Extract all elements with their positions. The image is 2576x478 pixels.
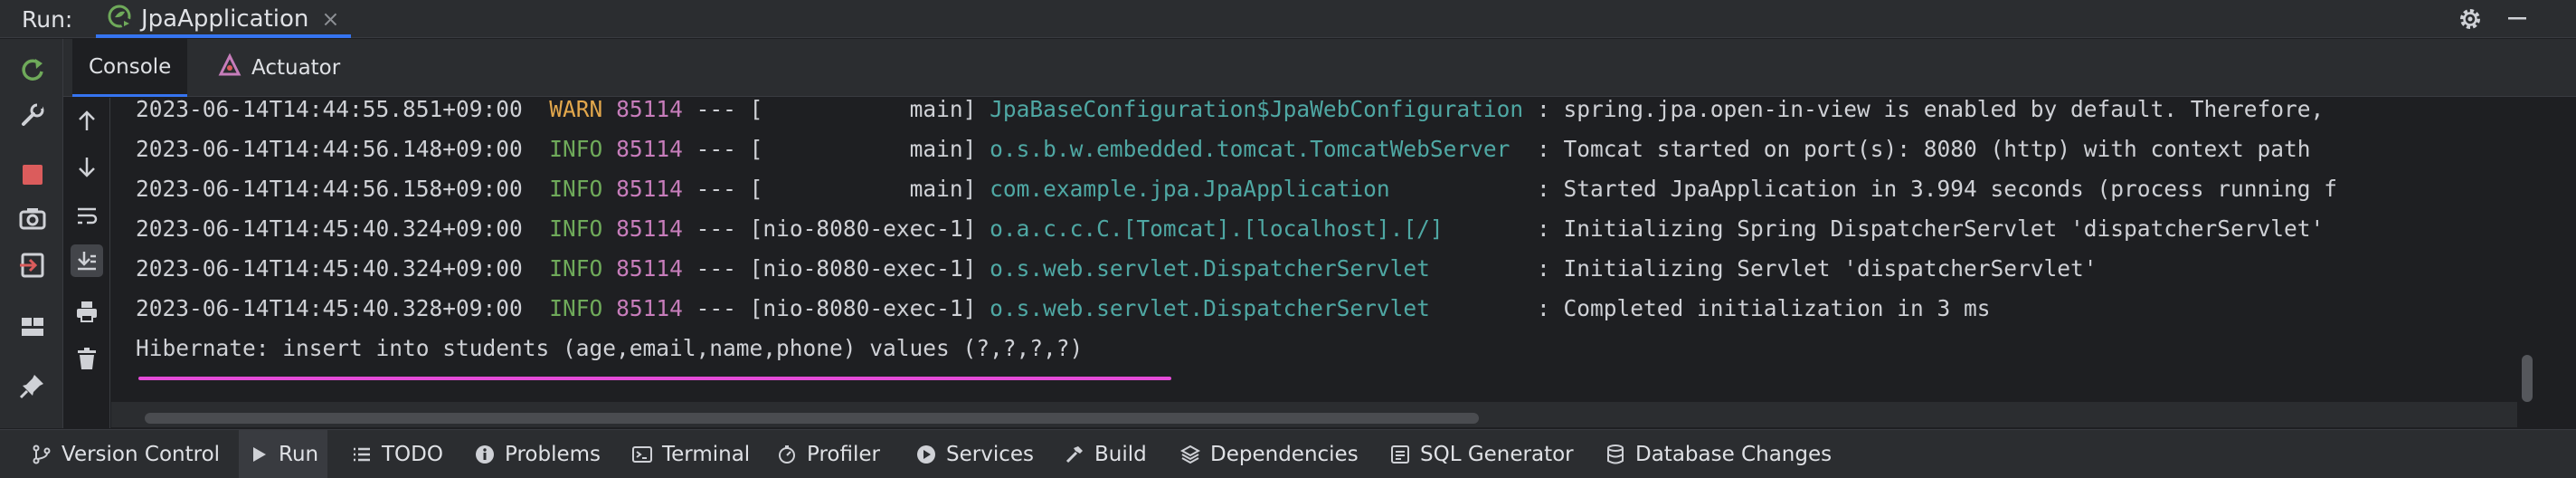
log-line: 2023-06-14T14:45:40.324+09:00 INFO 85114… <box>136 215 2325 242</box>
gear-icon[interactable] <box>2455 4 2486 34</box>
log-line: 2023-06-14T14:45:40.328+09:00 INFO 85114… <box>136 295 1991 321</box>
log-line: 2023-06-14T14:44:56.148+09:00 INFO 85114… <box>136 136 2311 162</box>
tool-version-control-label: Version Control <box>62 443 221 466</box>
tool-build[interactable]: Build <box>1055 430 1156 478</box>
run-label: Run: <box>22 6 73 33</box>
tool-services-label: Services <box>946 443 1034 466</box>
camera-icon[interactable] <box>16 202 49 234</box>
close-tab-icon[interactable]: × <box>321 6 339 32</box>
tool-build-label: Build <box>1094 443 1147 466</box>
tool-profiler[interactable]: Profiler <box>767 430 889 478</box>
profiler-icon <box>779 445 795 464</box>
soft-wrap-icon[interactable] <box>71 199 103 232</box>
minimize-icon[interactable] <box>2502 4 2533 34</box>
tool-window-bar: Version Control Run TODO Problems Termin… <box>0 429 2576 478</box>
console-output[interactable]: 2023-06-14T14:44:55.851+09:00 WARN 85114… <box>111 98 2517 401</box>
tool-dependencies-label: Dependencies <box>1210 443 1359 466</box>
tool-problems-label: Problems <box>505 443 601 466</box>
rerun-icon[interactable] <box>16 53 49 86</box>
play-icon <box>253 447 266 462</box>
tool-dependencies[interactable]: Dependencies <box>1170 430 1368 478</box>
tab-actuator-label: Actuator <box>251 56 341 80</box>
tool-sql-generator[interactable]: SQL Generator <box>1380 430 1583 478</box>
tool-run[interactable]: Run <box>239 430 328 478</box>
tool-database-changes-label: Database Changes <box>1635 443 1833 466</box>
print-icon[interactable] <box>71 295 103 328</box>
tool-terminal-label: Terminal <box>662 443 751 466</box>
tool-services[interactable]: Services <box>906 430 1043 478</box>
run-tab-jpaapplication[interactable]: JpaApplication × <box>96 0 351 38</box>
terminal-icon <box>632 446 652 463</box>
tool-terminal[interactable]: Terminal <box>622 430 759 478</box>
info-icon <box>476 445 494 464</box>
wrench-icon[interactable] <box>16 99 49 131</box>
horizontal-scrollbar-thumb[interactable] <box>145 413 1479 424</box>
pin-icon[interactable] <box>16 369 49 402</box>
tool-profiler-label: Profiler <box>807 443 880 466</box>
log-line: 2023-06-14T14:44:55.851+09:00 WARN 85114… <box>136 98 2325 122</box>
log-line: 2023-06-14T14:44:56.158+09:00 INFO 85114… <box>136 176 2337 202</box>
actuator-icon <box>217 53 242 83</box>
run-tab-active-indicator <box>96 34 351 38</box>
spring-boot-icon <box>107 4 134 34</box>
hammer-icon <box>1065 446 1083 464</box>
list-icon <box>354 447 370 462</box>
tool-todo[interactable]: TODO <box>342 430 452 478</box>
tool-version-control[interactable]: Version Control <box>22 430 229 478</box>
console-toolbar <box>63 98 110 428</box>
left-action-toolbar <box>0 39 63 428</box>
tab-console-label: Console <box>89 54 172 79</box>
tool-run-label: Run <box>279 443 319 466</box>
dependencies-icon <box>1179 445 1201 464</box>
database-icon <box>1607 445 1624 464</box>
tool-todo-label: TODO <box>382 443 443 466</box>
exit-icon[interactable] <box>16 249 49 282</box>
vertical-scrollbar-thumb[interactable] <box>2522 355 2533 402</box>
down-arrow-icon[interactable] <box>71 150 103 183</box>
services-icon <box>917 445 935 464</box>
highlight-underline <box>138 377 1171 380</box>
branch-icon <box>33 445 51 464</box>
sql-icon <box>1391 445 1409 464</box>
run-subtabs: Console Actuator <box>63 39 2576 97</box>
tool-sql-generator-label: SQL Generator <box>1420 443 1574 466</box>
scroll-to-end-icon[interactable] <box>71 244 103 277</box>
up-arrow-icon[interactable] <box>71 105 103 138</box>
log-line: 2023-06-14T14:45:40.324+09:00 INFO 85114… <box>136 255 2098 282</box>
run-toolwindow-header: Run: JpaApplication × <box>0 0 2576 38</box>
tool-problems[interactable]: Problems <box>465 430 610 478</box>
run-tab-label: JpaApplication <box>141 5 309 33</box>
tab-console[interactable]: Console <box>72 39 188 97</box>
layout-icon[interactable] <box>16 311 49 343</box>
tab-actuator[interactable]: Actuator <box>208 39 349 97</box>
stop-icon[interactable] <box>16 158 49 191</box>
trash-icon[interactable] <box>71 342 103 375</box>
tool-database-changes[interactable]: Database Changes <box>1596 430 1841 478</box>
hibernate-log-line: Hibernate: insert into students (age,ema… <box>136 335 1084 361</box>
